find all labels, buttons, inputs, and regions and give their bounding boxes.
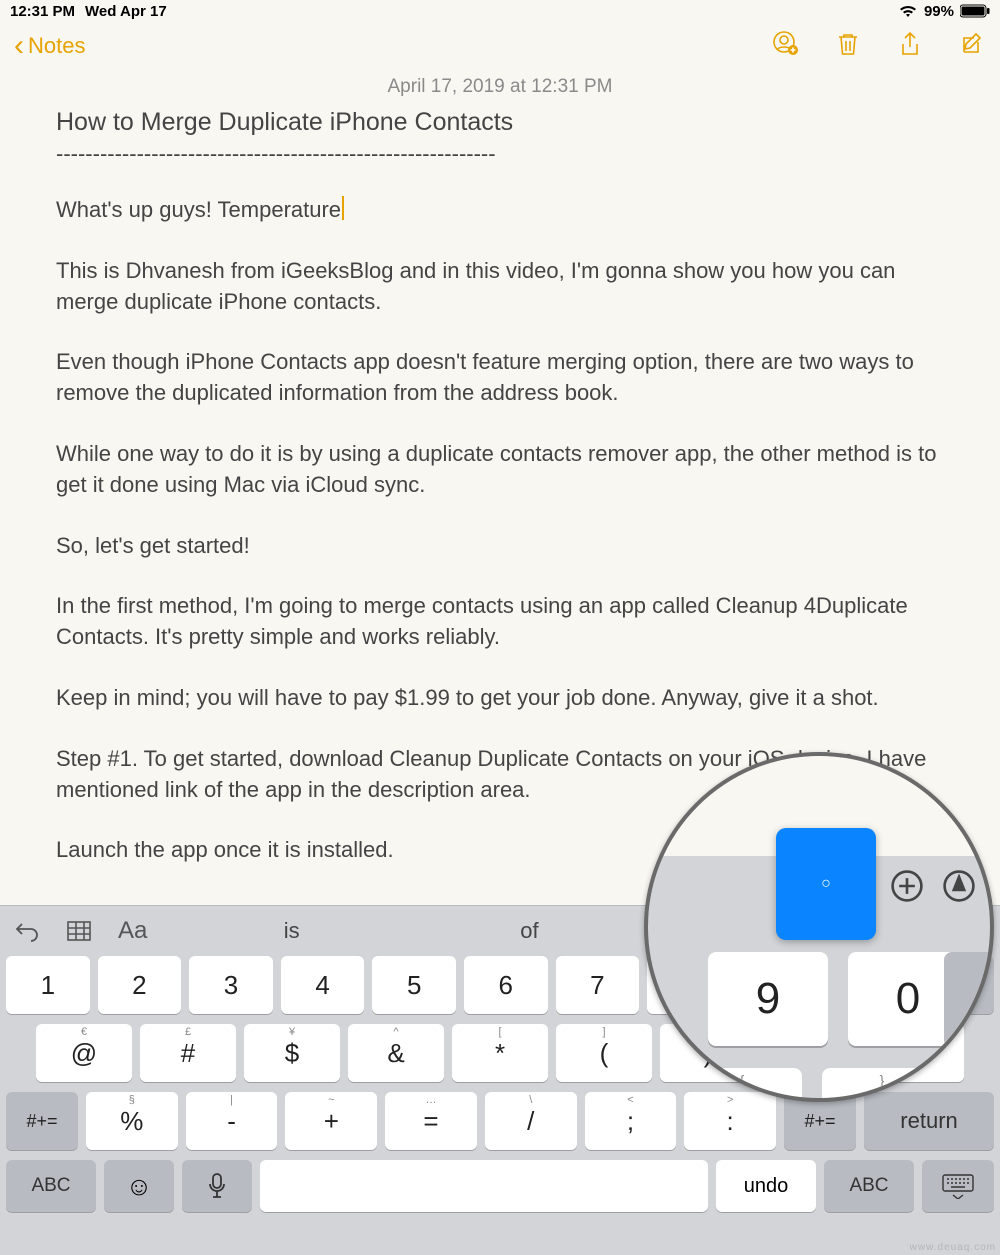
key-rparen[interactable]: {(	[682, 1068, 802, 1102]
key-row: ABC ☺ undo ABC	[6, 1160, 994, 1212]
note-line: Even though iPhone Contacts app doesn't …	[56, 347, 944, 409]
back-button[interactable]: ‹ Notes	[14, 31, 85, 61]
return-key[interactable]: return	[864, 1092, 994, 1150]
magnifier-callout: 9 0 {( }'	[644, 752, 994, 1102]
dictation-key[interactable]	[182, 1160, 252, 1212]
key-popup	[776, 828, 876, 940]
note-timestamp: April 17, 2019 at 12:31 PM	[56, 76, 944, 98]
abc-key[interactable]: ABC	[824, 1160, 914, 1212]
backspace-key[interactable]	[944, 952, 994, 1046]
battery-percent: 99%	[924, 3, 954, 20]
note-title: How to Merge Duplicate iPhone Contacts	[56, 108, 944, 137]
key-at[interactable]: €@	[36, 1024, 132, 1082]
key-2[interactable]: 2	[98, 956, 182, 1014]
key-slash[interactable]: \/	[485, 1092, 577, 1150]
key-apos[interactable]: }'	[822, 1068, 942, 1102]
note-line: In the first method, I'm going to merge …	[56, 591, 944, 653]
key-row: #+= §% |- ~+ …= \/ <; >: #+= return	[6, 1092, 994, 1150]
markup-icon	[942, 869, 976, 903]
status-time: 12:31 PM	[10, 3, 75, 20]
key-amp[interactable]: ^&	[348, 1024, 444, 1082]
compose-icon[interactable]	[958, 30, 986, 63]
key-hash[interactable]: £#	[140, 1024, 236, 1082]
note-line: So, let's get started!	[56, 531, 944, 562]
abc-key[interactable]: ABC	[6, 1160, 96, 1212]
hide-keyboard-key[interactable]	[922, 1160, 994, 1212]
watermark: www.deuaq.com	[910, 1242, 996, 1253]
key-dollar[interactable]: ¥$	[244, 1024, 340, 1082]
status-bar: 12:31 PM Wed Apr 17 99%	[0, 0, 1000, 22]
key-9[interactable]: 9	[708, 952, 828, 1046]
key-minus[interactable]: |-	[186, 1092, 278, 1150]
note-content[interactable]: April 17, 2019 at 12:31 PM How to Merge …	[0, 70, 1000, 866]
note-divider: ----------------------------------------…	[56, 141, 944, 167]
emoji-key[interactable]: ☺	[104, 1160, 174, 1212]
trash-icon[interactable]	[834, 30, 862, 63]
format-button[interactable]: Aa	[118, 917, 147, 945]
symbols-key[interactable]: #+=	[6, 1092, 78, 1150]
note-line: While one way to do it is by using a dup…	[56, 439, 944, 501]
share-icon[interactable]	[896, 30, 924, 63]
undo-arrow-icon[interactable]	[14, 920, 40, 942]
chevron-left-icon: ‹	[14, 31, 24, 61]
note-line: Keep in mind; you will have to pay $1.99…	[56, 683, 944, 714]
key-semi[interactable]: <;	[585, 1092, 677, 1150]
key-lparen[interactable]: ](	[556, 1024, 652, 1082]
key-colon[interactable]: >:	[684, 1092, 776, 1150]
undo-key[interactable]: undo	[716, 1160, 816, 1212]
space-key[interactable]	[260, 1160, 708, 1212]
note-line: This is Dhvanesh from iGeeksBlog and in …	[56, 256, 944, 318]
key-plus[interactable]: ~+	[285, 1092, 377, 1150]
plus-circle-icon	[890, 869, 924, 903]
key-6[interactable]: 6	[464, 956, 548, 1014]
status-date: Wed Apr 17	[85, 3, 167, 20]
key-4[interactable]: 4	[281, 956, 365, 1014]
wifi-icon	[898, 4, 918, 18]
key-1[interactable]: 1	[6, 956, 90, 1014]
key-percent[interactable]: §%	[86, 1092, 178, 1150]
key-star[interactable]: [*	[452, 1024, 548, 1082]
suggestion[interactable]: is	[284, 918, 300, 944]
key-5[interactable]: 5	[372, 956, 456, 1014]
battery-icon	[960, 4, 990, 18]
table-icon[interactable]	[66, 920, 92, 942]
note-line: What's up guys! Temperature	[56, 195, 944, 226]
suggestion[interactable]: of	[520, 918, 538, 944]
key-equals[interactable]: …=	[385, 1092, 477, 1150]
back-label: Notes	[28, 33, 85, 59]
key-7[interactable]: 7	[556, 956, 640, 1014]
add-person-icon[interactable]	[772, 30, 800, 63]
nav-bar: ‹ Notes	[0, 22, 1000, 70]
key-3[interactable]: 3	[189, 956, 273, 1014]
